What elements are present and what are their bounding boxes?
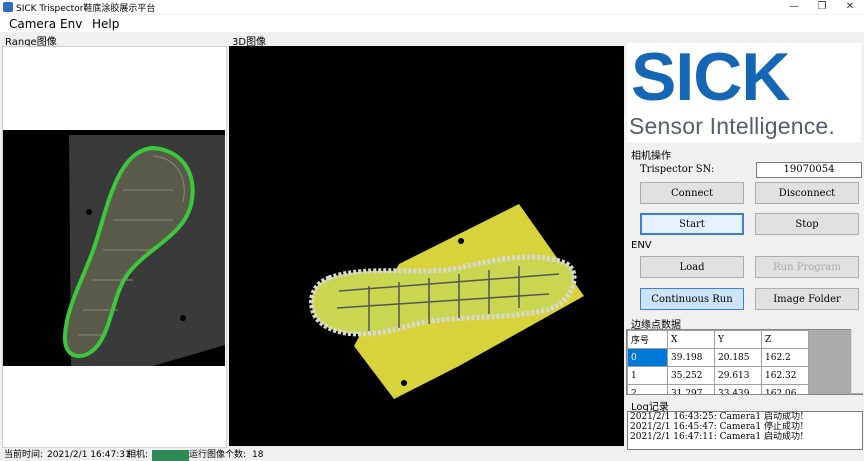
close-icon[interactable]: ✕ bbox=[836, 0, 864, 14]
table-cell[interactable]: 39.198 bbox=[667, 348, 715, 367]
3d-image-panel bbox=[229, 46, 624, 446]
camera-ops-label: 相机操作 bbox=[631, 151, 671, 162]
table-cell[interactable]: 31.297 bbox=[667, 384, 715, 394]
log-textbox[interactable]: 2021/2/1 16:43:25: Camera1 启动成功! 2021/2/… bbox=[627, 411, 863, 450]
menu-env[interactable]: Env bbox=[60, 17, 82, 31]
count-label: 运行图像个数: bbox=[189, 450, 247, 460]
connect-button[interactable]: Connect bbox=[640, 182, 744, 204]
env-label: ENV bbox=[631, 240, 652, 251]
camera-label: 相机: bbox=[127, 450, 149, 460]
load-button[interactable]: Load bbox=[640, 256, 744, 278]
status-badge: Started bbox=[152, 450, 190, 461]
time-label: 当前时间: bbox=[4, 450, 44, 460]
table-cell[interactable]: 35.252 bbox=[667, 366, 715, 385]
table-cell[interactable]: 29.613 bbox=[714, 366, 762, 385]
continuous-run-button[interactable]: Continuous Run bbox=[640, 288, 744, 310]
log-line: 2021/2/1 16:47:11: Camera1 启动成功! bbox=[630, 432, 804, 442]
status-bar: 当前时间: 2021/2/1 16:47:31 相机: Started 运行图像… bbox=[0, 450, 864, 461]
start-button[interactable]: Start bbox=[640, 213, 744, 235]
range-image bbox=[3, 130, 225, 366]
table-row[interactable]: 0 39.198 20.185 162.2 bbox=[627, 348, 809, 367]
app-icon bbox=[3, 2, 13, 12]
table-row[interactable]: 2 31.297 33.439 162.06 bbox=[627, 384, 809, 394]
run-program-button[interactable]: Run Program bbox=[755, 256, 859, 278]
table-row[interactable]: 1 35.252 29.613 162.32 bbox=[627, 366, 809, 385]
time-value: 2021/2/1 16:47:31 bbox=[47, 450, 131, 460]
window-title: SICK Trispector鞋底涂胶展示平台 bbox=[16, 4, 156, 14]
restore-icon[interactable]: ❐ bbox=[808, 0, 836, 14]
table-cell[interactable]: 2 bbox=[627, 384, 668, 394]
table-cell[interactable]: 162.32 bbox=[761, 366, 809, 385]
sn-label: Trispector SN: bbox=[640, 164, 715, 175]
menu-bar: Camera Env Help bbox=[0, 15, 864, 32]
table-header-row: 序号 X Y Z bbox=[627, 330, 809, 349]
edge-data-table: 序号 X Y Z 0 39.198 20.185 162.2 1 35.252 … bbox=[627, 330, 809, 394]
column-header[interactable]: Z bbox=[761, 330, 809, 349]
sick-logo: SICK Sensor Intelligence. bbox=[627, 39, 861, 143]
column-header[interactable]: X bbox=[667, 330, 715, 349]
table-cell[interactable]: 162.06 bbox=[761, 384, 809, 394]
menu-help[interactable]: Help bbox=[92, 17, 119, 31]
table-cell[interactable]: 1 bbox=[627, 366, 668, 385]
brand-name: SICK bbox=[631, 39, 790, 115]
brand-tagline: Sensor Intelligence. bbox=[629, 113, 836, 139]
column-header[interactable]: Y bbox=[714, 330, 762, 349]
table-cell[interactable]: 162.2 bbox=[761, 348, 809, 367]
count-value: 18 bbox=[252, 450, 264, 460]
log-line: 2021/2/1 16:45:47: Camera1 停止成功! bbox=[630, 422, 804, 432]
grid-scrollbar[interactable] bbox=[851, 329, 863, 393]
sn-field[interactable]: 19070054 bbox=[756, 162, 862, 178]
edge-data-grid[interactable]: 序号 X Y Z 0 39.198 20.185 162.2 1 35.252 … bbox=[626, 329, 863, 395]
menu-camera[interactable]: Camera bbox=[9, 17, 56, 31]
title-bar: SICK Trispector鞋底涂胶展示平台 — ❐ ✕ bbox=[0, 0, 864, 14]
table-cell[interactable]: 33.439 bbox=[714, 384, 762, 394]
column-header[interactable]: 序号 bbox=[627, 330, 668, 349]
table-cell[interactable]: 0 bbox=[627, 348, 668, 367]
log-line: 2021/2/1 16:43:25: Camera1 启动成功! bbox=[630, 412, 804, 422]
minimize-icon[interactable]: — bbox=[780, 0, 808, 14]
image-folder-button[interactable]: Image Folder bbox=[755, 288, 859, 310]
range-image-panel bbox=[2, 46, 227, 448]
disconnect-button[interactable]: Disconnect bbox=[755, 182, 859, 204]
table-cell[interactable]: 20.185 bbox=[714, 348, 762, 367]
stop-button[interactable]: Stop bbox=[755, 213, 859, 235]
